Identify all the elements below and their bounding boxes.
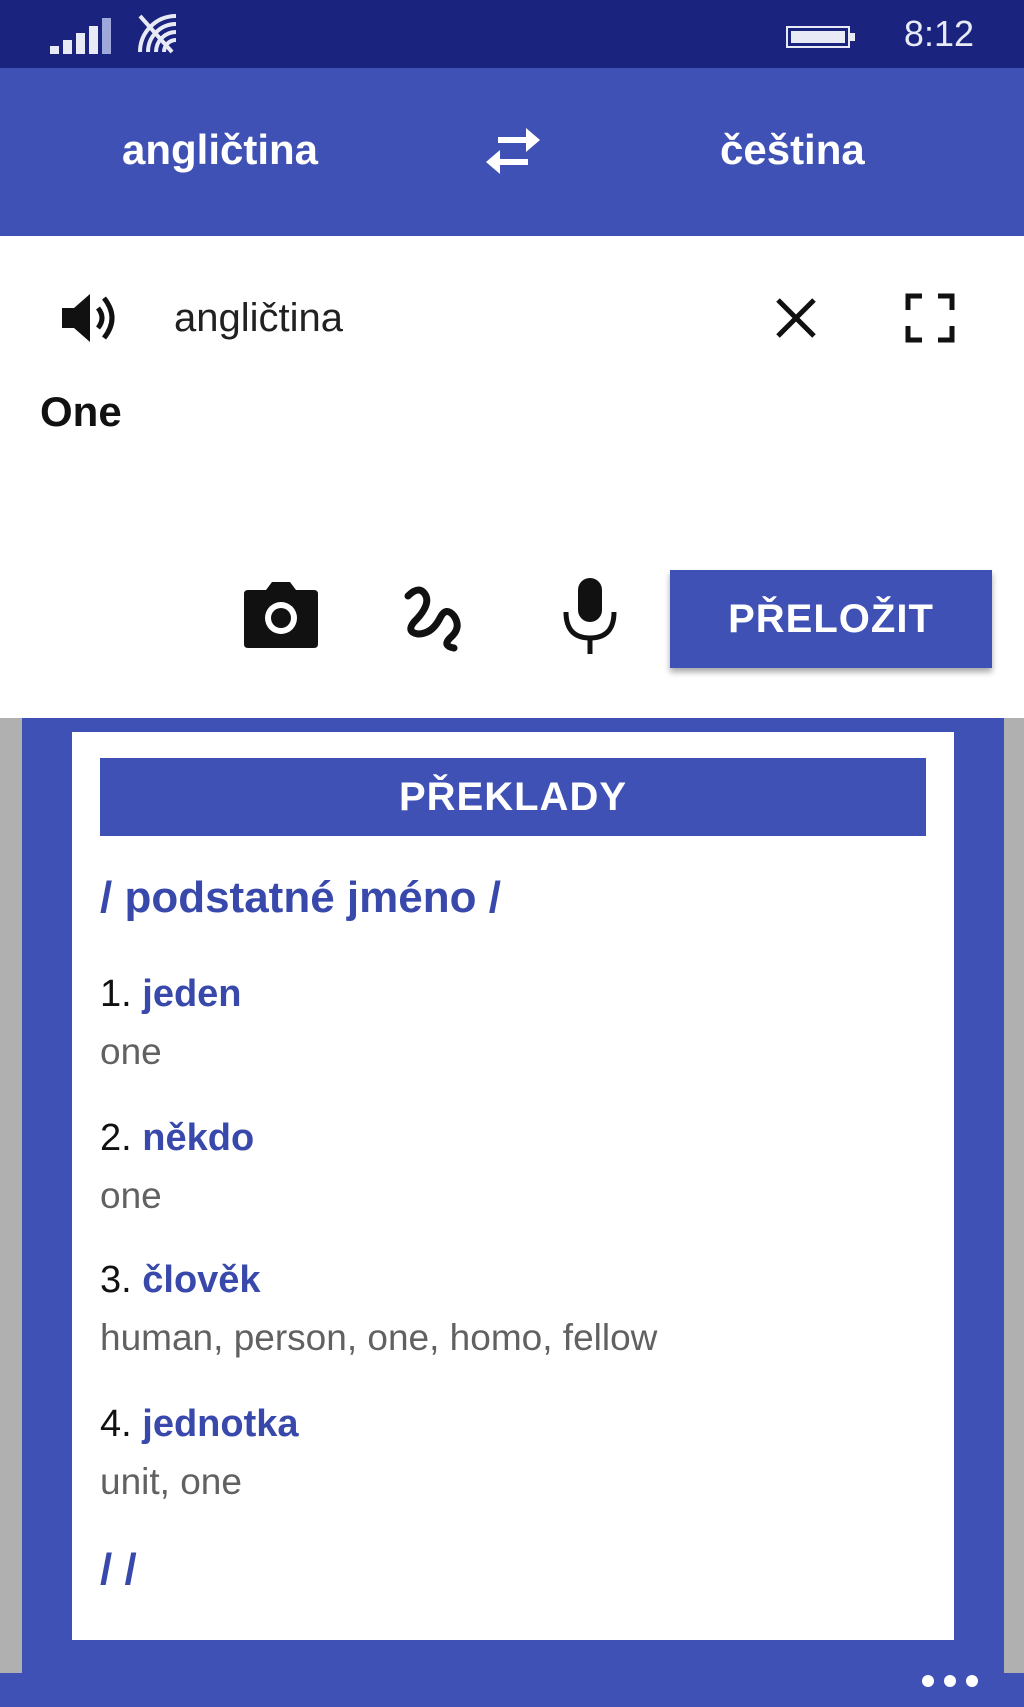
left-frame <box>22 718 72 1673</box>
translations-header: PŘEKLADY <box>100 758 926 836</box>
entry-word[interactable]: jeden <box>142 973 241 1015</box>
entry-synonyms: one <box>100 1031 162 1072</box>
camera-icon[interactable] <box>244 582 318 648</box>
left-edge <box>0 718 22 1673</box>
list-item[interactable]: 3. člověk human, person, one, homo, fell… <box>100 1256 920 1362</box>
speaker-icon[interactable] <box>60 288 124 348</box>
list-item[interactable]: 4. jednotka unit, one <box>100 1400 920 1506</box>
entry-number: 1. <box>100 973 132 1015</box>
list-item[interactable]: 1. jeden one <box>100 970 920 1076</box>
target-language-selector[interactable]: čeština <box>720 124 865 176</box>
source-language-selector[interactable]: angličtina <box>122 124 318 176</box>
entry-number: 2. <box>100 1117 132 1159</box>
battery-icon <box>786 26 855 48</box>
entry-number: 3. <box>100 1259 132 1301</box>
right-frame <box>954 718 1004 1673</box>
part-of-speech-end: / / <box>100 1545 137 1594</box>
translations-card: PŘEKLADY / podstatné jméno / 1. jeden on… <box>72 732 954 1640</box>
signal-icon <box>50 18 111 54</box>
translate-button[interactable]: PŘELOŽIT <box>670 570 992 668</box>
bottom-app-bar <box>0 1673 1024 1707</box>
right-edge <box>1004 718 1024 1673</box>
entry-word[interactable]: člověk <box>142 1259 260 1301</box>
fullscreen-icon[interactable] <box>904 292 956 344</box>
entry-synonyms: human, person, one, homo, fellow <box>100 1317 658 1358</box>
more-dots-icon[interactable] <box>922 1675 978 1687</box>
entry-word[interactable]: jednotka <box>142 1403 298 1445</box>
status-bar: 8:12 <box>0 0 1024 68</box>
input-text-field[interactable]: One <box>40 386 122 438</box>
list-item[interactable]: 2. někdo one <box>100 1114 920 1220</box>
entry-word[interactable]: někdo <box>142 1117 254 1159</box>
microphone-icon[interactable] <box>560 578 620 654</box>
language-bar: angličtina čeština <box>0 68 1024 236</box>
close-icon[interactable] <box>770 292 822 344</box>
wifi-icon <box>138 14 177 54</box>
input-language-label: angličtina <box>174 296 344 340</box>
part-of-speech: / podstatné jméno / <box>100 873 501 922</box>
status-time: 8:12 <box>903 13 974 54</box>
entry-synonyms: unit, one <box>100 1461 242 1502</box>
entry-number: 4. <box>100 1403 132 1445</box>
entry-synonyms: one <box>100 1175 162 1216</box>
input-card: angličtina One PŘELOŽIT <box>0 236 1024 718</box>
handwriting-icon[interactable] <box>400 582 472 652</box>
swap-arrows-icon[interactable] <box>484 126 542 176</box>
